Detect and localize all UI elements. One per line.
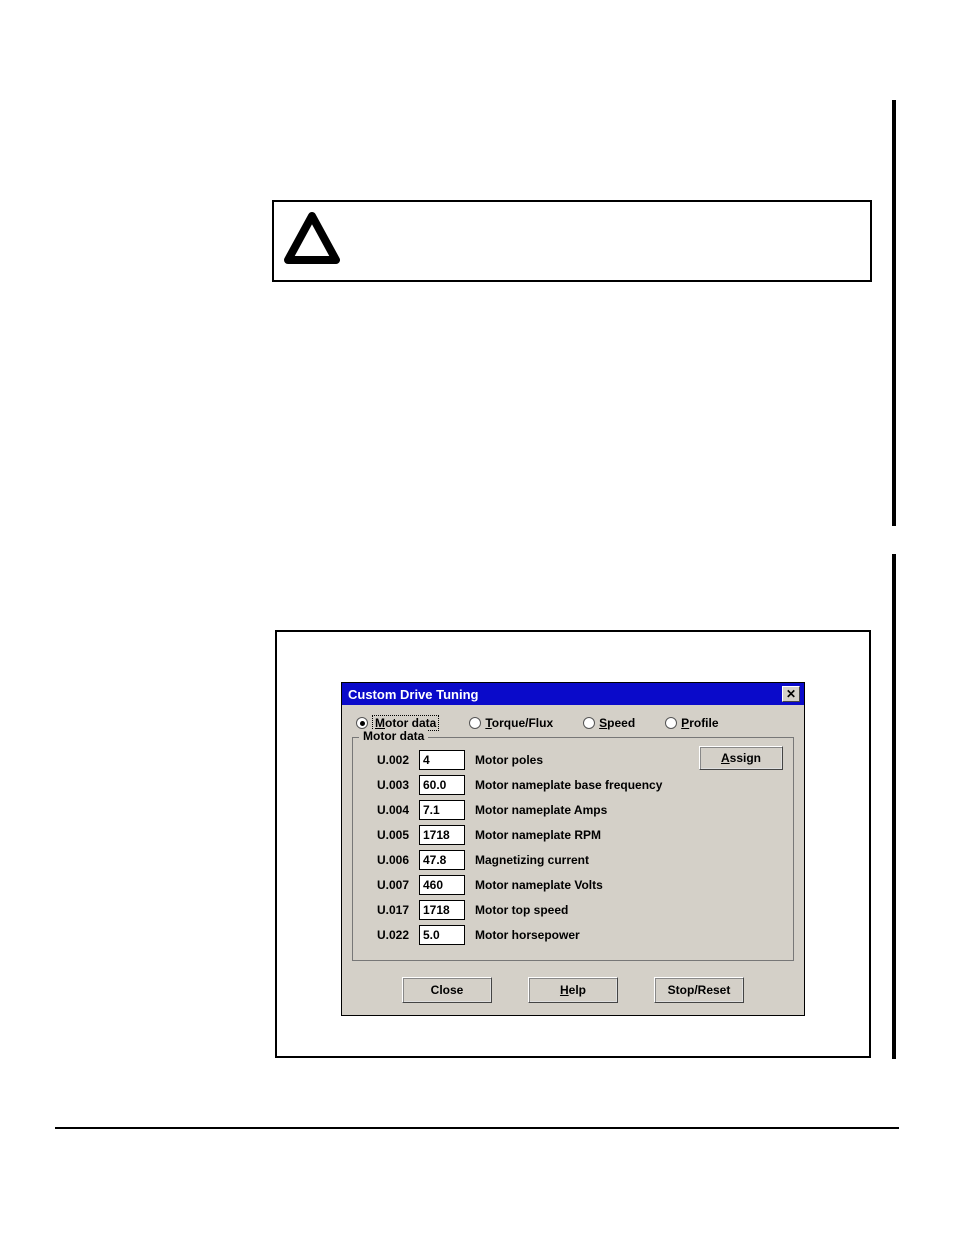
param-code: U.002 [363,753,409,767]
tab-radio-torque-flux[interactable]: Torque/Flux [469,715,553,731]
motor-data-group: Motor data Assign U.002Motor polesU.003M… [352,737,794,961]
param-value-input[interactable] [419,875,465,895]
assign-button[interactable]: Assign [699,746,783,770]
param-description: Motor horsepower [475,928,783,942]
param-description: Motor top speed [475,903,783,917]
param-row: U.017 Motor top speed [363,900,783,920]
custom-drive-tuning-dialog: Custom Drive Tuning ✕ Motor data Torque/F… [341,682,805,1016]
param-row: U.005 Motor nameplate RPM [363,825,783,845]
param-value-input[interactable] [419,925,465,945]
warning-box [272,200,872,282]
param-code: U.003 [363,778,409,792]
warning-triangle-icon [282,210,342,270]
page-border [892,554,896,1059]
param-code: U.007 [363,878,409,892]
tab-radio-speed[interactable]: Speed [583,715,635,731]
param-row: U.003 Motor nameplate base frequency [363,775,783,795]
param-code: U.017 [363,903,409,917]
page-border [892,100,896,526]
param-rows: U.002Motor polesU.003Motor nameplate bas… [363,750,783,945]
help-button[interactable]: Help [528,977,618,1003]
param-description: Motor nameplate Amps [475,803,783,817]
param-description: Motor nameplate RPM [475,828,783,842]
tab-radio-label: Torque/Flux [485,716,553,730]
param-value-input[interactable] [419,900,465,920]
radio-icon [356,717,368,729]
horizontal-rule [55,1127,899,1129]
radio-icon [583,717,595,729]
tab-radio-label: Motor data [375,716,436,730]
tab-radio-profile[interactable]: Profile [665,715,718,731]
param-description: Motor nameplate base frequency [475,778,783,792]
param-code: U.022 [363,928,409,942]
param-value-input[interactable] [419,825,465,845]
param-value-input[interactable] [419,850,465,870]
titlebar: Custom Drive Tuning ✕ [342,683,804,705]
param-code: U.005 [363,828,409,842]
param-code: U.006 [363,853,409,867]
param-description: Motor nameplate Volts [475,878,783,892]
dialog-buttons: Close Help Stop/Reset [342,971,804,1015]
param-row: U.004 Motor nameplate Amps [363,800,783,820]
tab-radio-label: Speed [599,716,635,730]
dialog-frame: Custom Drive Tuning ✕ Motor data Torque/F… [275,630,871,1058]
tab-radio-label: Profile [681,716,718,730]
stop-reset-button[interactable]: Stop/Reset [654,977,744,1003]
groupbox-label: Motor data [359,729,428,743]
radio-icon [469,717,481,729]
param-code: U.004 [363,803,409,817]
window-title: Custom Drive Tuning [346,687,478,702]
param-row: U.007 Motor nameplate Volts [363,875,783,895]
param-row: U.022 Motor horsepower [363,925,783,945]
param-value-input[interactable] [419,800,465,820]
close-button[interactable]: Close [402,977,492,1003]
param-value-input[interactable] [419,750,465,770]
param-description: Magnetizing current [475,853,783,867]
param-value-input[interactable] [419,775,465,795]
close-icon[interactable]: ✕ [782,686,800,702]
radio-icon [665,717,677,729]
param-row: U.006 Magnetizing current [363,850,783,870]
